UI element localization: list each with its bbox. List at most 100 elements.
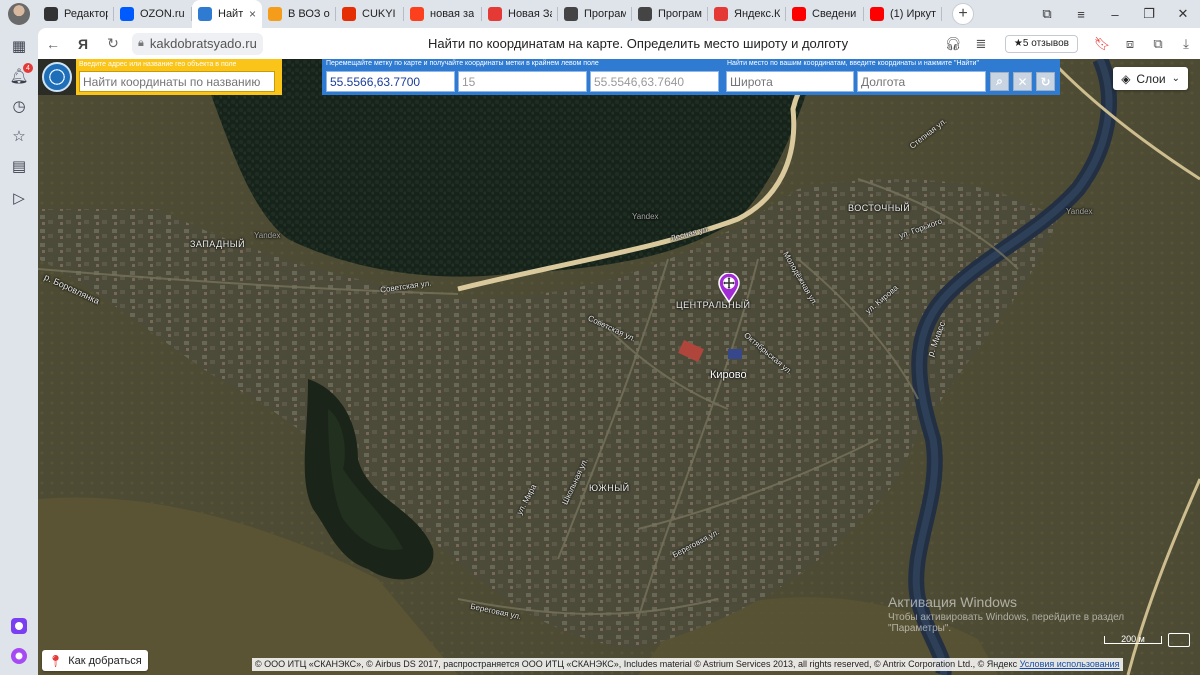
how-to-get-there-button[interactable]: 📍︎ Как добраться	[42, 650, 148, 671]
site-logo[interactable]	[38, 59, 76, 95]
map-imagery	[38, 59, 1200, 675]
find-by-coords-hint: Найти место по вашим координатам, введит…	[727, 60, 979, 67]
browser-tab[interactable]: Програм	[632, 0, 708, 28]
close-tab-icon[interactable]: ×	[249, 7, 256, 21]
find-button[interactable]: ⌕	[990, 72, 1009, 91]
draggable-map-marker[interactable]	[718, 272, 740, 304]
layers-dropdown[interactable]: ◈ Слои ⌄	[1113, 67, 1188, 90]
coordinates-panel: Перемещайте метку по карте и получайте к…	[322, 59, 1060, 95]
aliexpress-icon	[342, 7, 356, 21]
layers-icon: ◈	[1121, 71, 1131, 86]
district-east-label: ВОСТОЧНЫЙ	[848, 203, 911, 213]
latitude-input[interactable]	[726, 71, 854, 92]
browser-tab-label: Сведени	[812, 8, 857, 20]
browser-tab-label: OZON.ru	[140, 8, 185, 20]
scale-label: 200 м	[1104, 635, 1162, 644]
refresh-button[interactable]: ↻	[1036, 72, 1055, 91]
maximize-button[interactable]: ❐	[1132, 6, 1166, 22]
marker-move-hint: Перемещайте метку по карте и получайте к…	[326, 60, 599, 67]
map-copyright: © ООО ИТЦ «СКАНЭКС», © Airbus DS 2017, р…	[252, 658, 1123, 671]
layers-label: Слои	[1136, 71, 1166, 86]
plus-square-icon	[44, 7, 58, 21]
headphones-icon[interactable]: 🎧︎	[939, 36, 967, 52]
browser-tab-label: новая за	[430, 8, 475, 20]
location-pin-icon: 📍︎	[48, 653, 64, 668]
play-icon[interactable]: ▷	[9, 188, 29, 208]
route-button-label: Как добраться	[68, 654, 142, 667]
site-globe-icon	[198, 7, 212, 21]
browser-tab[interactable]: Яндекс.К	[708, 0, 786, 28]
alice-voice-icon[interactable]	[9, 646, 29, 666]
puzzle-extensions-icon[interactable]: ⧈	[1116, 36, 1144, 52]
browser-tab[interactable]: (1) Иркут	[864, 0, 942, 28]
town-label: Кирово	[710, 369, 747, 381]
browser-tab[interactable]: Програм	[558, 0, 632, 28]
copyright-text: © ООО ИТЦ «СКАНЭКС», © Airbus DS 2017, р…	[255, 659, 1018, 669]
reader-mode-icon[interactable]: ≣	[967, 36, 995, 52]
red-circle-icon	[488, 7, 502, 21]
bookmarks-star-icon[interactable]: ☆	[9, 126, 29, 146]
notification-badge: 4	[23, 63, 33, 73]
satellite-map[interactable]: Кирово ЗАПАДНЫЙ ВОСТОЧНЫЙ ЦЕНТРАЛЬНЫЙ ЮЖ…	[38, 59, 1200, 675]
reload-button[interactable]: ↻	[98, 35, 128, 52]
refresh-icon: ↻	[1040, 74, 1051, 89]
zoom-field[interactable]	[458, 71, 587, 92]
browser-tab[interactable]: Сведени	[786, 0, 864, 28]
browser-tab[interactable]: Найти ×	[192, 0, 262, 28]
browser-tab[interactable]: В ВОЗ об	[262, 0, 336, 28]
youtube-icon	[792, 7, 806, 21]
browser-tab-label: Яндекс.К	[734, 8, 780, 20]
terms-of-use-link[interactable]: Условия использования	[1020, 659, 1120, 669]
move-pin-icon	[718, 272, 740, 304]
watermark-text: Чтобы активировать Windows, перейдите в …	[888, 612, 1125, 634]
yandex-watermark-1: Yandex	[632, 212, 659, 221]
browser-tab-label: Найти	[218, 8, 243, 20]
minimize-button[interactable]: –	[1098, 7, 1132, 22]
yandex-market-icon	[714, 7, 728, 21]
browser-tab[interactable]: CUKYI су	[336, 0, 404, 28]
yandex-home-button[interactable]: Я	[68, 36, 98, 52]
browser-tab-label: В ВОЗ об	[288, 8, 330, 20]
browser-tab[interactable]: новая за	[404, 0, 482, 28]
new-tab-button[interactable]: +	[952, 3, 974, 25]
browser-tab-label: CUKYI су	[362, 8, 398, 20]
menu-icon[interactable]: ≡	[1064, 7, 1098, 22]
alice-app-icon[interactable]	[9, 616, 29, 636]
browser-tab[interactable]: OZON.ru	[114, 0, 192, 28]
close-window-button[interactable]: ✕	[1166, 6, 1200, 22]
screenshot-icon[interactable]: ⧉	[1144, 36, 1172, 52]
yandex-watermark-2: Yandex	[254, 231, 281, 240]
geo-search-input[interactable]	[79, 71, 275, 92]
notes-icon[interactable]: ▤	[9, 156, 29, 176]
reviews-button[interactable]: ★5 отзывов	[1004, 34, 1078, 53]
keyboard-shortcuts-icon[interactable]	[1168, 633, 1190, 647]
download-icon[interactable]: ⤓	[1172, 36, 1200, 52]
apps-grid-icon[interactable]: ▦	[9, 36, 29, 56]
windows-activation-watermark: Активация Windows Чтобы активировать Win…	[888, 594, 1178, 634]
collections-icon[interactable]: ⧉	[1030, 6, 1064, 22]
watermark-title: Активация Windows	[888, 594, 1018, 610]
lock-icon: 🔒︎	[138, 37, 144, 49]
browser-sidebar: ▦ 🔔︎ 4 ◷ ☆ ▤ ▷	[0, 28, 38, 675]
geo-search-panel: Введите адрес или название гео объекта в…	[76, 59, 282, 95]
chevron-down-icon: ⌄	[1171, 73, 1180, 84]
yandex-icon	[410, 7, 424, 21]
center-coords-field[interactable]	[590, 71, 719, 92]
profile-avatar[interactable]	[8, 3, 30, 25]
monitor-icon	[564, 7, 578, 21]
geo-search-hint: Введите адрес или название гео объекта в…	[79, 61, 237, 68]
url-field[interactable]: 🔒︎ kakdobratsyado.ru	[132, 32, 263, 55]
search-icon: ⌕	[996, 74, 1003, 88]
longitude-input[interactable]	[857, 71, 986, 92]
bookmark-icon[interactable]: 🔖︎	[1088, 36, 1116, 52]
marker-coords-field[interactable]	[326, 71, 455, 92]
page-title: Найти по координатам на карте. Определит…	[428, 36, 849, 51]
browser-tab[interactable]: Редактор	[38, 0, 114, 28]
monitor-icon	[638, 7, 652, 21]
address-bar: ← Я ↻ 🔒︎ kakdobratsyado.ru Найти по коор…	[38, 28, 1200, 59]
browser-tab-bar: Редактор OZON.ru Найти × В ВОЗ об CUKYI су нов…	[0, 0, 1200, 28]
browser-tab[interactable]: Новая За	[482, 0, 558, 28]
history-icon[interactable]: ◷	[9, 96, 29, 116]
clear-button[interactable]: ✕	[1013, 72, 1032, 91]
back-button[interactable]: ←	[38, 36, 68, 52]
